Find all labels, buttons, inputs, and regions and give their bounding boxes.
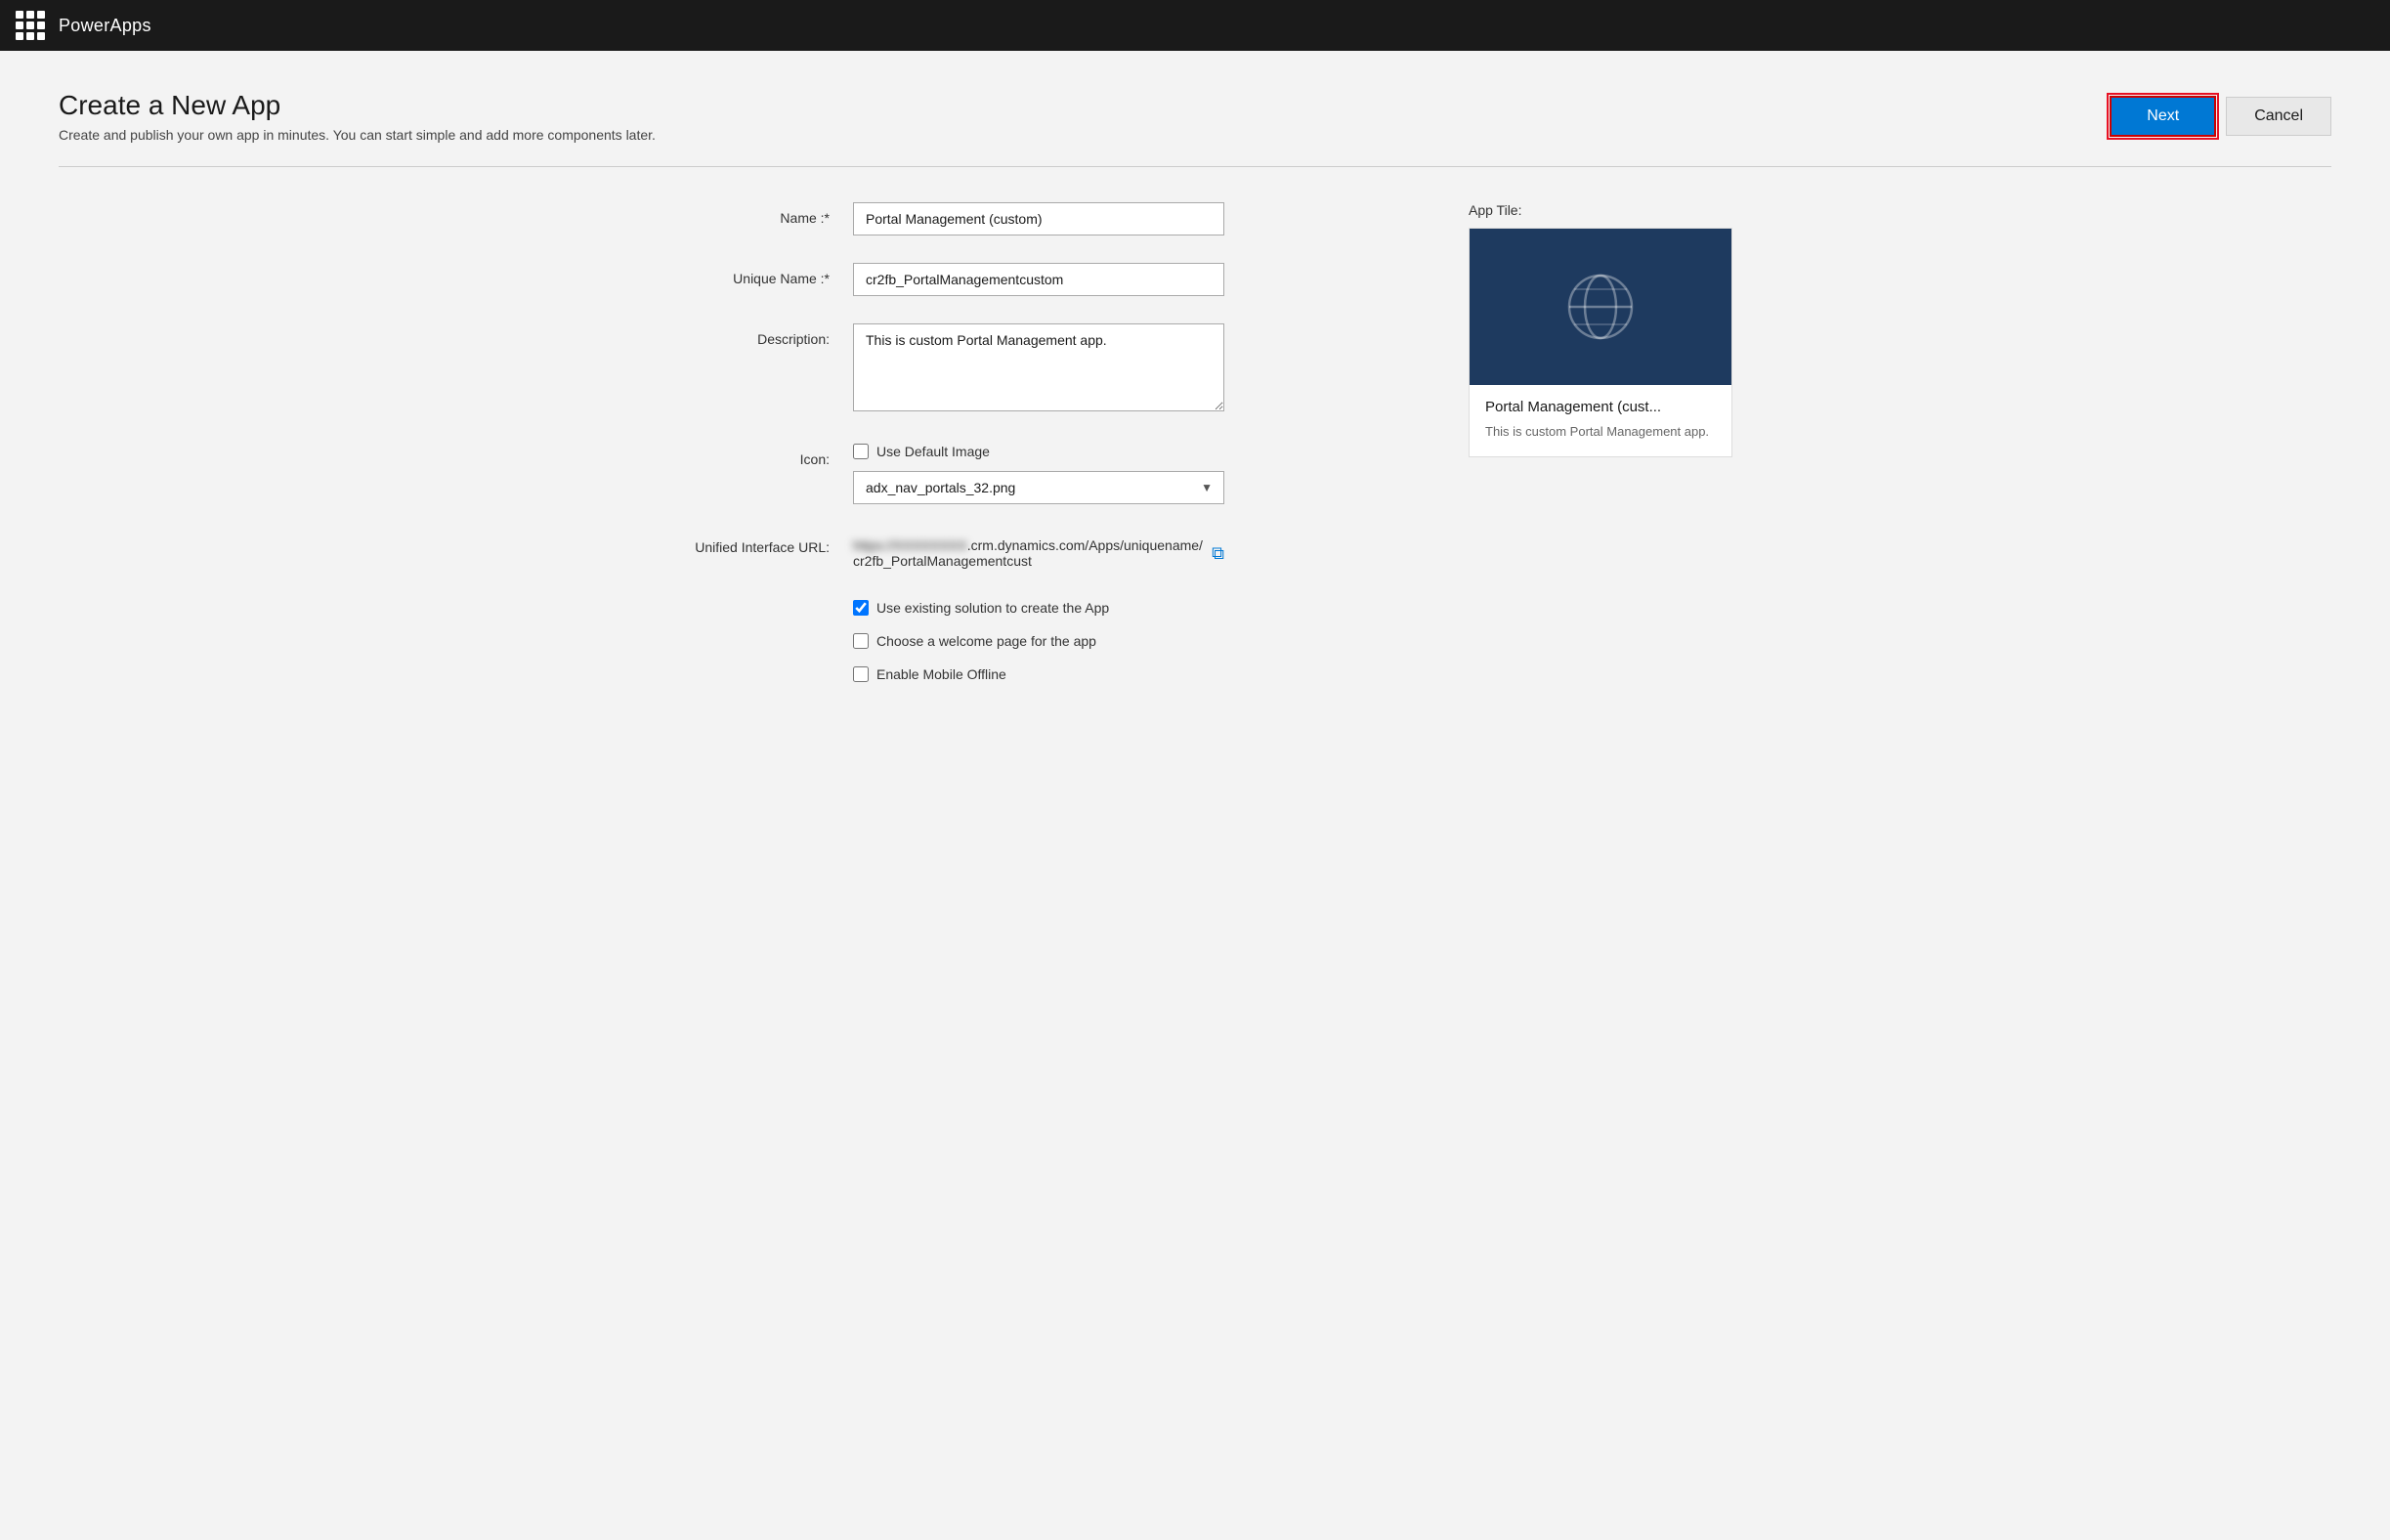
checkboxes-row: Use existing solution to create the App …: [658, 596, 1410, 682]
next-button[interactable]: Next: [2110, 96, 2216, 137]
page-content: Create a New App Create and publish your…: [0, 51, 2390, 1540]
description-field-wrapper: This is custom Portal Management app.: [853, 323, 1224, 416]
use-default-image-checkbox[interactable]: [853, 444, 869, 459]
unique-name-label: Unique Name :*: [658, 263, 853, 286]
header-actions: Next Cancel: [2110, 90, 2331, 137]
app-tile-label: App Tile:: [1469, 202, 1732, 218]
unique-name-field-wrapper: [853, 263, 1224, 296]
name-field-wrapper: [853, 202, 1224, 235]
name-row: Name :*: [658, 202, 1410, 235]
url-blurred-part: https://XXXXXXXX: [853, 537, 967, 553]
icon-dropdown[interactable]: adx_nav_portals_32.png: [853, 471, 1224, 504]
checkboxes-label: [658, 596, 853, 604]
url-text: https://XXXXXXXX.crm.dynamics.com/Apps/u…: [853, 537, 1204, 569]
description-input[interactable]: This is custom Portal Management app.: [853, 323, 1224, 411]
url-row: Unified Interface URL: https://XXXXXXXX.…: [658, 532, 1410, 569]
enable-mobile-offline-text: Enable Mobile Offline: [876, 666, 1006, 682]
page-header-text: Create a New App Create and publish your…: [59, 90, 656, 143]
form-fields: Name :* Unique Name :* Description: This…: [658, 202, 1410, 709]
topbar: PowerApps: [0, 0, 2390, 51]
enable-mobile-offline-label[interactable]: Enable Mobile Offline: [853, 666, 1224, 682]
icon-dropdown-wrapper: adx_nav_portals_32.png ▼: [853, 471, 1224, 504]
choose-welcome-page-label[interactable]: Choose a welcome page for the app: [853, 633, 1224, 649]
page-title: Create a New App: [59, 90, 656, 121]
enable-mobile-offline-checkbox[interactable]: [853, 666, 869, 682]
url-label: Unified Interface URL:: [658, 532, 853, 555]
unique-name-row: Unique Name :*: [658, 263, 1410, 296]
app-tile-name: Portal Management (cust...: [1485, 399, 1716, 415]
use-default-image-label[interactable]: Use Default Image: [853, 444, 1224, 459]
divider: [59, 166, 2331, 167]
name-label: Name :*: [658, 202, 853, 226]
page-subtitle: Create and publish your own app in minut…: [59, 127, 656, 143]
choose-welcome-page-text: Choose a welcome page for the app: [876, 633, 1096, 649]
checkboxes-wrapper: Use existing solution to create the App …: [853, 596, 1224, 682]
use-default-image-text: Use Default Image: [876, 444, 990, 459]
use-existing-solution-label[interactable]: Use existing solution to create the App: [853, 600, 1224, 616]
waffle-icon[interactable]: [16, 11, 45, 40]
app-tile-info: Portal Management (cust... This is custo…: [1470, 385, 1731, 456]
icon-row: Icon: Use Default Image adx_nav_portals_…: [658, 444, 1410, 504]
name-input[interactable]: [853, 202, 1224, 235]
app-tile-description: This is custom Portal Management app.: [1485, 423, 1716, 441]
icon-field-wrapper: Use Default Image adx_nav_portals_32.png…: [853, 444, 1224, 504]
url-field-wrapper: https://XXXXXXXX.crm.dynamics.com/Apps/u…: [853, 532, 1224, 569]
use-existing-solution-text: Use existing solution to create the App: [876, 600, 1109, 616]
icon-controls: Use Default Image adx_nav_portals_32.png…: [853, 444, 1224, 504]
app-tile-image: [1470, 229, 1731, 385]
form-area: Name :* Unique Name :* Description: This…: [658, 202, 1732, 709]
choose-welcome-page-checkbox[interactable]: [853, 633, 869, 649]
page-header: Create a New App Create and publish your…: [59, 90, 2331, 143]
app-tile-card: Portal Management (cust... This is custo…: [1469, 228, 1732, 457]
app-title: PowerApps: [59, 16, 151, 36]
app-tile-panel: App Tile: Portal Management (cust... Thi…: [1469, 202, 1732, 709]
copy-url-icon[interactable]: ⧉: [1212, 543, 1224, 564]
description-row: Description: This is custom Portal Manag…: [658, 323, 1410, 416]
cancel-button[interactable]: Cancel: [2226, 97, 2331, 136]
globe-svg-icon: [1561, 268, 1640, 346]
description-label: Description:: [658, 323, 853, 347]
icon-label: Icon:: [658, 444, 853, 467]
use-existing-solution-checkbox[interactable]: [853, 600, 869, 616]
unique-name-input[interactable]: [853, 263, 1224, 296]
checkbox-section: Use existing solution to create the App …: [853, 596, 1224, 682]
url-display: https://XXXXXXXX.crm.dynamics.com/Apps/u…: [853, 532, 1224, 569]
